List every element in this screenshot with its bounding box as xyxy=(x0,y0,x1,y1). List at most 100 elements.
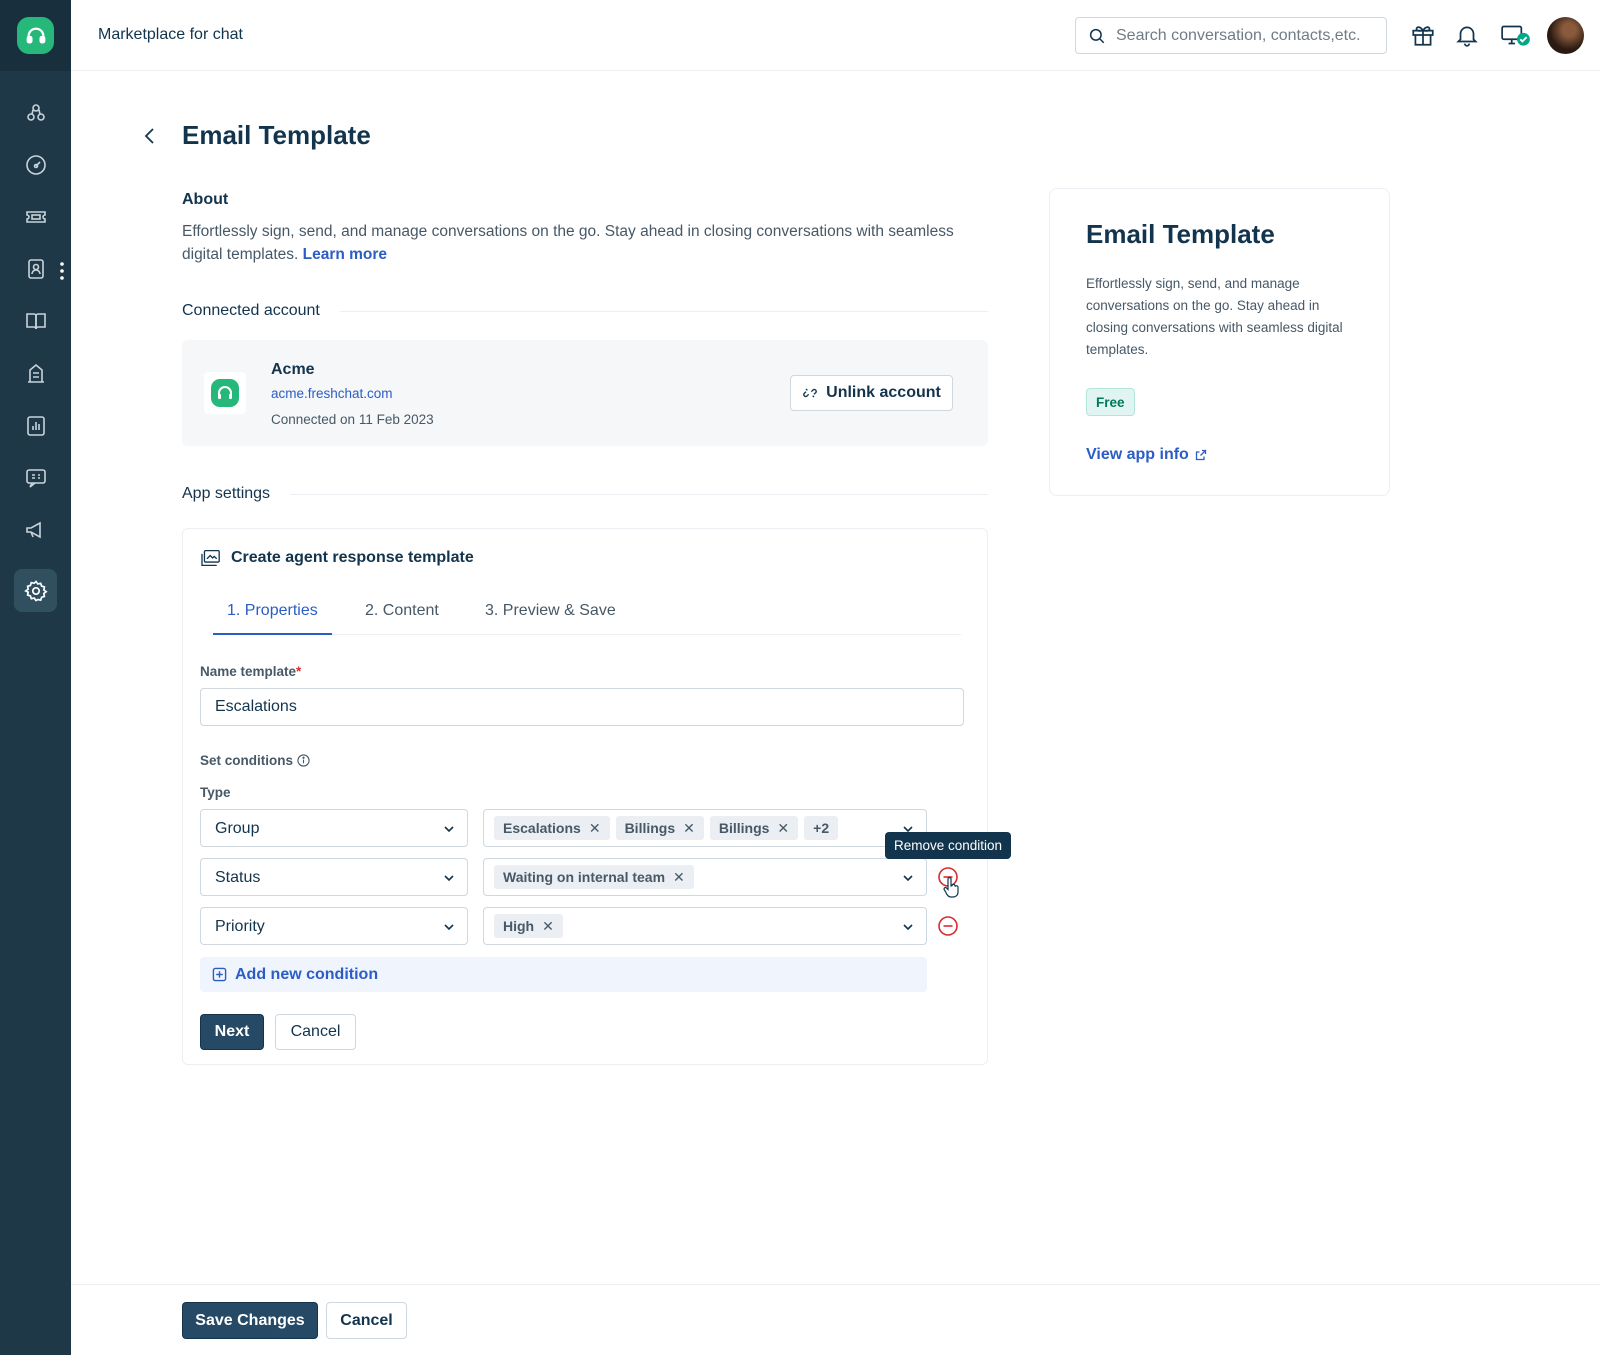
next-button[interactable]: Next xyxy=(200,1014,264,1050)
ticket-icon[interactable] xyxy=(14,195,57,238)
account-logo xyxy=(204,372,246,414)
divider xyxy=(290,493,988,495)
chip-remove-icon[interactable]: ✕ xyxy=(589,820,601,837)
value-chip: Waiting on internal team ✕ xyxy=(494,865,694,889)
book-icon[interactable] xyxy=(14,299,57,342)
headset-icon[interactable] xyxy=(17,17,54,54)
value-chip: Billings ✕ xyxy=(615,816,704,840)
condition-type-value: Priority xyxy=(215,918,265,935)
page-title: Email Template xyxy=(182,120,371,150)
unlink-account-button[interactable]: Unlink account xyxy=(790,375,953,411)
chip-list: Waiting on internal team ✕ xyxy=(494,865,694,889)
save-changes-button[interactable]: Save Changes xyxy=(182,1302,318,1339)
top-header: Marketplace for chat xyxy=(71,0,1600,71)
connected-account-label: Connected account xyxy=(182,302,320,319)
price-badge: Free xyxy=(1086,388,1135,416)
chip-remove-icon[interactable]: ✕ xyxy=(542,918,554,935)
more-dots-icon[interactable] xyxy=(60,262,64,280)
condition-type-value: Status xyxy=(215,869,261,886)
chat-icon[interactable] xyxy=(14,456,57,499)
info-card-description: Effortlessly sign, send, and manage conv… xyxy=(1086,276,1343,357)
account-url[interactable]: acme.freshchat.com xyxy=(271,386,393,401)
set-conditions-label: Set conditions xyxy=(200,753,310,768)
name-template-input[interactable] xyxy=(200,688,964,726)
condition-type-select[interactable]: Group xyxy=(200,809,468,847)
connected-account-header: Connected account xyxy=(182,302,988,320)
type-label: Type xyxy=(200,785,231,800)
condition-type-value: Group xyxy=(215,820,260,837)
search-icon xyxy=(1089,28,1105,44)
dashboard-icon[interactable] xyxy=(14,143,57,186)
divider xyxy=(339,310,988,312)
analytics-icon[interactable] xyxy=(14,404,57,447)
header-title: Marketplace for chat xyxy=(98,26,243,43)
contacts-icon[interactable] xyxy=(14,91,57,134)
tab-content[interactable]: 2. Content xyxy=(351,599,453,635)
app-settings-header: App settings xyxy=(182,485,988,503)
app-settings-card: Create agent response template 1. Proper… xyxy=(182,528,988,1065)
hand-cursor-icon xyxy=(943,877,959,898)
condition-type-select[interactable]: Status xyxy=(200,858,468,896)
condition-values-select[interactable]: Waiting on internal team ✕ xyxy=(483,858,927,896)
gear-icon[interactable] xyxy=(14,569,57,612)
name-template-label: Name template* xyxy=(200,664,301,679)
learn-more-link[interactable]: Learn more xyxy=(303,246,387,263)
tab-preview-save[interactable]: 3. Preview & Save xyxy=(471,599,630,635)
name-template-label-text: Name template xyxy=(200,664,297,679)
bell-icon[interactable] xyxy=(1454,22,1480,48)
view-app-info-link[interactable]: View app info xyxy=(1086,446,1207,464)
plus-square-icon xyxy=(212,967,227,982)
logo-area xyxy=(0,0,71,71)
monitor-status-icon[interactable] xyxy=(1500,22,1532,48)
chip-list: High ✕ xyxy=(494,914,563,938)
chip-remove-icon[interactable]: ✕ xyxy=(683,820,695,837)
step-tabs: 1. Properties 2. Content 3. Preview & Sa… xyxy=(213,599,961,635)
chevron-down-icon xyxy=(444,826,454,833)
tab-properties[interactable]: 1. Properties xyxy=(213,599,332,635)
chip-remove-icon[interactable]: ✕ xyxy=(673,869,685,886)
unlink-icon xyxy=(803,388,818,398)
condition-values-select[interactable]: Escalations ✕ Billings ✕ Billings ✕ +2 xyxy=(483,809,927,847)
chip-list: Escalations ✕ Billings ✕ Billings ✕ +2 xyxy=(494,816,839,840)
chip-label: Billings xyxy=(624,820,676,836)
search-input[interactable] xyxy=(1116,18,1378,53)
footer-cancel-button[interactable]: Cancel xyxy=(326,1302,407,1339)
card-title: Create agent response template xyxy=(231,549,474,566)
view-app-info-label: View app info xyxy=(1086,446,1189,463)
about-description: Effortlessly sign, send, and manage conv… xyxy=(182,223,954,263)
account-name: Acme xyxy=(271,361,315,378)
chip-label: Escalations xyxy=(503,820,581,836)
chevron-down-icon xyxy=(444,875,454,882)
megaphone-icon[interactable] xyxy=(14,508,57,551)
sidebar xyxy=(0,0,71,1355)
value-chip: High ✕ xyxy=(494,914,563,938)
gift-icon[interactable] xyxy=(1410,22,1436,48)
external-link-icon xyxy=(1195,449,1206,461)
app-settings-label: App settings xyxy=(182,485,271,502)
back-chevron-icon[interactable] xyxy=(143,127,157,145)
remove-condition-tooltip: Remove condition xyxy=(885,832,1012,859)
chip-label: Billings xyxy=(718,820,770,836)
user-card-icon[interactable] xyxy=(14,247,57,290)
info-icon[interactable] xyxy=(297,754,310,767)
connected-account-card: Acme acme.freshchat.com Connected on 11 … xyxy=(182,340,988,446)
chip-remove-icon[interactable]: ✕ xyxy=(777,820,789,837)
template-icon xyxy=(201,549,220,567)
value-chip: Escalations ✕ xyxy=(494,816,610,840)
footer-bar: Save Changes Cancel xyxy=(71,1284,1600,1355)
unlink-account-label: Unlink account xyxy=(826,384,941,401)
value-chip: Billings ✕ xyxy=(709,816,799,840)
chevron-down-icon xyxy=(903,875,913,882)
search-box[interactable] xyxy=(1075,17,1387,54)
minus-circle-icon[interactable] xyxy=(937,915,959,937)
condition-type-select[interactable]: Priority xyxy=(200,907,468,945)
add-condition-label: Add new condition xyxy=(235,965,379,983)
cancel-button[interactable]: Cancel xyxy=(275,1014,356,1050)
chip-label: High xyxy=(503,918,535,934)
chevron-down-icon xyxy=(444,924,454,931)
more-chip[interactable]: +2 xyxy=(804,816,839,840)
condition-values-select[interactable]: High ✕ xyxy=(483,907,927,945)
building-icon[interactable] xyxy=(14,351,57,394)
add-condition-button[interactable]: Add new condition xyxy=(200,957,927,992)
avatar[interactable] xyxy=(1547,17,1584,54)
